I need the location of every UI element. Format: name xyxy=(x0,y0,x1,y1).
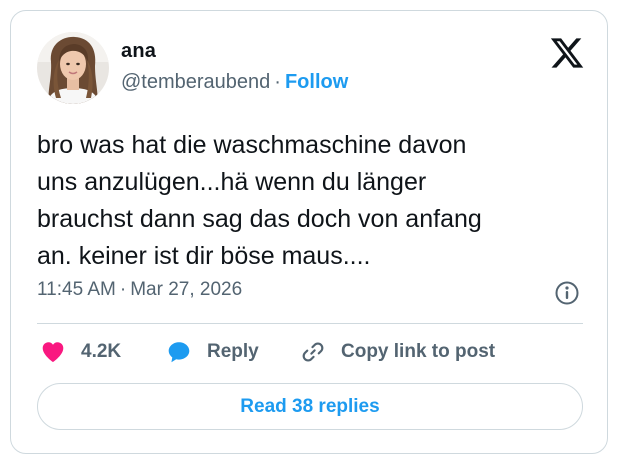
like-count: 4.2K xyxy=(81,341,122,362)
copy-link-label: Copy link to post xyxy=(341,341,496,362)
link-icon xyxy=(302,342,324,362)
author-handle-row: @temberaubend · Follow xyxy=(121,71,348,94)
info-icon[interactable] xyxy=(554,280,580,306)
reply-button[interactable]: Reply xyxy=(165,337,259,367)
tweet-date: Mar 27, 2026 xyxy=(130,279,243,300)
copy-link-button[interactable]: Copy link to post xyxy=(299,337,495,367)
action-bar: 4.2K Reply Copy link to post xyxy=(37,337,597,367)
avatar[interactable] xyxy=(37,32,109,104)
divider xyxy=(37,323,583,324)
read-replies-button[interactable]: Read 38 replies xyxy=(37,383,583,430)
like-button[interactable]: 4.2K xyxy=(39,337,121,367)
tweet-timestamp[interactable]: 11:45 AM · Mar 27, 2026 xyxy=(37,279,242,301)
tweet-text: bro was hat die waschmaschine davon uns … xyxy=(37,127,587,275)
tweet-card: ana @temberaubend · Follow bro was hat die… xyxy=(10,10,608,454)
tweet-text-line: an. keiner ist dir böse maus.... xyxy=(37,242,371,270)
follow-button[interactable]: Follow xyxy=(285,71,348,93)
heart-icon xyxy=(42,342,64,363)
avatar-photo xyxy=(37,32,109,104)
tweet-time: 11:45 AM xyxy=(37,279,116,300)
x-logo-icon[interactable] xyxy=(549,35,585,71)
tweet-text-line: uns anzulügen...hä wenn du länger xyxy=(37,168,427,196)
handle-separator: · xyxy=(274,71,281,93)
author-handle[interactable]: @temberaubend xyxy=(121,71,270,93)
tweet-text-line: bro was hat die waschmaschine davon xyxy=(37,131,467,159)
author-name[interactable]: ana xyxy=(121,40,156,63)
tweet-text-line: brauchst dann sag das doch von anfang xyxy=(37,205,482,233)
timestamp-separator: · xyxy=(119,279,127,300)
reply-label: Reply xyxy=(207,341,259,362)
speech-bubble-icon xyxy=(168,342,190,363)
